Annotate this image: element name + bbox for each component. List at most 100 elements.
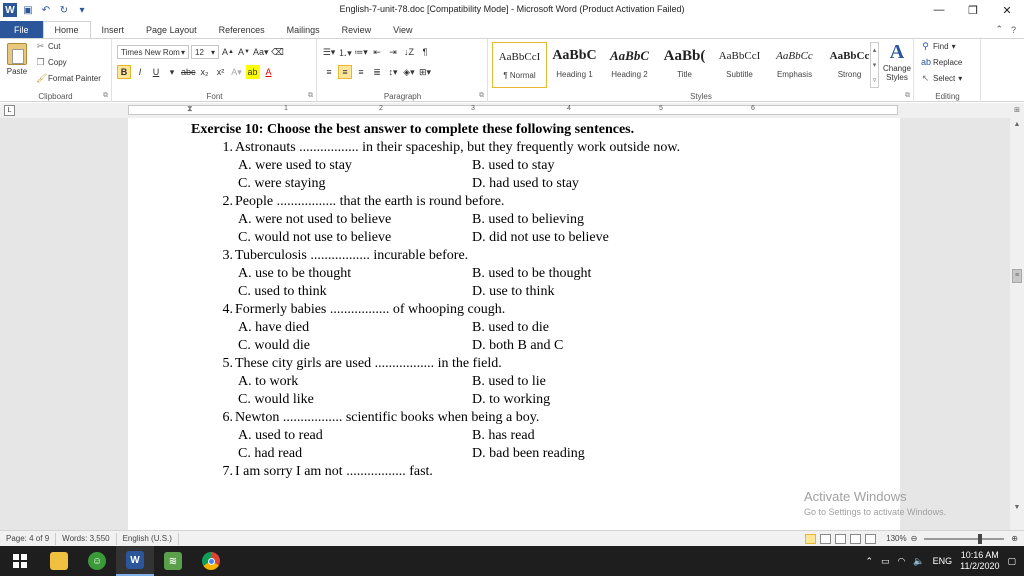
answer-option-b[interactable]: B. used to stay xyxy=(472,157,554,175)
redo-icon[interactable]: ↻ xyxy=(57,3,71,17)
undo-icon[interactable]: ↶ xyxy=(39,3,53,17)
style-emphasis[interactable]: AaBbCc Emphasis xyxy=(767,42,822,88)
dialog-launcher-icon[interactable]: ⧉ xyxy=(479,92,484,100)
show-hidden-icons-icon[interactable]: ⌃ xyxy=(865,556,873,567)
style-title[interactable]: AaBb( Title xyxy=(657,42,712,88)
dialog-launcher-icon[interactable]: ⧉ xyxy=(905,92,910,100)
tab-page-layout[interactable]: Page Layout xyxy=(135,21,208,38)
change-styles-button[interactable]: A Change Styles xyxy=(881,41,913,82)
paste-button[interactable]: Paste xyxy=(4,43,30,76)
clear-formatting-icon[interactable]: ⌫ xyxy=(271,45,285,59)
page-count[interactable]: Page: 4 of 9 xyxy=(0,532,57,545)
strikethrough-button[interactable]: abc xyxy=(181,65,196,79)
start-button[interactable] xyxy=(0,546,40,576)
bold-button[interactable]: B xyxy=(117,65,131,79)
vertical-scrollbar[interactable]: ⊞ ▲ ≡ ▼ xyxy=(1010,103,1024,530)
show-formatting-button[interactable]: ¶ xyxy=(418,45,432,59)
bullets-button[interactable]: ☰▾ xyxy=(322,45,336,59)
answer-option-a[interactable]: A. to work xyxy=(191,373,472,391)
font-name-select[interactable]: Times New Rom ▾ xyxy=(117,45,189,59)
style-normal[interactable]: AaBbCcI ¶ Normal xyxy=(492,42,547,88)
answer-option-a[interactable]: A. were used to stay xyxy=(191,157,472,175)
zoom-level[interactable]: 130% xyxy=(886,534,906,543)
cut-button[interactable]: ✂ Cut xyxy=(36,42,61,52)
replace-button[interactable]: ab Replace xyxy=(921,58,962,68)
highlight-button[interactable]: ab xyxy=(245,65,260,79)
ruler-toggle-icon[interactable]: ⊞ xyxy=(1010,103,1024,117)
answer-option-d[interactable]: D. bad been reading xyxy=(472,445,585,463)
find-button[interactable]: ⚲ Find ▾ xyxy=(921,42,955,52)
word-count[interactable]: Words: 3,550 xyxy=(56,532,117,545)
print-layout-view-icon[interactable] xyxy=(805,533,817,544)
full-screen-view-icon[interactable] xyxy=(820,533,832,544)
underline-dropdown-icon[interactable]: ▾ xyxy=(165,65,179,79)
wifi-icon[interactable]: ◠ xyxy=(898,556,906,567)
dialog-launcher-icon[interactable]: ⧉ xyxy=(103,92,108,100)
zoom-out-icon[interactable]: ⊖ xyxy=(911,534,918,543)
tab-view[interactable]: View xyxy=(382,21,423,38)
input-language[interactable]: ENG xyxy=(933,556,953,566)
tab-home[interactable]: Home xyxy=(42,21,91,38)
web-layout-view-icon[interactable] xyxy=(835,533,847,544)
tab-selector-icon[interactable]: L xyxy=(4,105,15,116)
taskbar-app-stack[interactable]: ≋ xyxy=(154,546,192,576)
multilevel-list-button[interactable]: ≔▾ xyxy=(354,45,368,59)
minimize-button[interactable]: — xyxy=(922,0,956,20)
save-icon[interactable]: ▣ xyxy=(21,3,35,17)
answer-option-c[interactable]: C. had read xyxy=(191,445,472,463)
answer-option-a[interactable]: A. use to be thought xyxy=(191,265,472,283)
restore-button[interactable]: ❐ xyxy=(956,0,990,20)
word-logo-icon[interactable]: W xyxy=(3,3,17,17)
close-button[interactable]: ✕ xyxy=(990,0,1024,20)
answer-option-b[interactable]: B. used to believing xyxy=(472,211,584,229)
answer-option-d[interactable]: D. did not use to believe xyxy=(472,229,609,247)
document-page[interactable]: Exercise 10: Choose the best answer to c… xyxy=(128,118,900,530)
change-case-button[interactable]: Aa▾ xyxy=(253,45,269,59)
answer-option-a[interactable]: A. used to read xyxy=(191,427,472,445)
zoom-slider[interactable] xyxy=(924,533,1005,544)
clock[interactable]: 10:16 AM 11/2/2020 xyxy=(960,550,999,572)
answer-option-a[interactable]: A. were not used to believe xyxy=(191,211,472,229)
copy-button[interactable]: ❐ Copy xyxy=(36,58,66,68)
answer-option-b[interactable]: B. used to die xyxy=(472,319,549,337)
language-indicator[interactable]: English (U.S.) xyxy=(117,532,179,545)
justify-button[interactable]: ≣ xyxy=(370,65,384,79)
zoom-in-icon[interactable]: ⊕ xyxy=(1011,534,1018,543)
answer-option-c[interactable]: C. would not use to believe xyxy=(191,229,472,247)
styles-scroll-icon[interactable]: ▴ ▾ ▿ xyxy=(870,42,879,88)
tab-mailings[interactable]: Mailings xyxy=(276,21,331,38)
style-heading-1[interactable]: AaBbC Heading 1 xyxy=(547,42,602,88)
answer-option-b[interactable]: B. used to lie xyxy=(472,373,546,391)
shrink-font-button[interactable]: A ▼ xyxy=(237,45,251,59)
scroll-down-icon[interactable]: ▼ xyxy=(1010,500,1024,514)
borders-button[interactable]: ⊞▾ xyxy=(418,65,432,79)
select-button[interactable]: ↖ Select ▾ xyxy=(921,74,963,84)
text-effects-button[interactable]: A▾ xyxy=(230,65,244,79)
format-painter-button[interactable]: 🖌 Format Painter xyxy=(36,74,101,84)
align-right-button[interactable]: ≡ xyxy=(354,65,368,79)
taskbar-chrome[interactable] xyxy=(192,546,230,576)
answer-option-d[interactable]: D. to working xyxy=(472,391,550,409)
taskbar-word[interactable]: W xyxy=(116,546,154,576)
numbering-button[interactable]: ⒈▾ xyxy=(338,45,352,59)
scroll-thumb[interactable]: ≡ xyxy=(1012,269,1022,283)
underline-button[interactable]: U xyxy=(149,65,163,79)
answer-option-a[interactable]: A. have died xyxy=(191,319,472,337)
answer-option-d[interactable]: D. had used to stay xyxy=(472,175,579,193)
answer-option-c[interactable]: C. used to think xyxy=(191,283,472,301)
answer-option-d[interactable]: D. both B and C xyxy=(472,337,563,355)
answer-option-c[interactable]: C. would die xyxy=(191,337,472,355)
superscript-button[interactable]: x² xyxy=(214,65,228,79)
increase-indent-button[interactable]: ⇥ xyxy=(386,45,400,59)
taskbar-file-explorer[interactable] xyxy=(40,546,78,576)
font-size-select[interactable]: 12 ▾ xyxy=(191,45,219,59)
style-strong[interactable]: AaBbCc Strong xyxy=(822,42,877,88)
dialog-launcher-icon[interactable]: ⧉ xyxy=(308,92,313,100)
answer-option-c[interactable]: C. would like xyxy=(191,391,472,409)
answer-option-c[interactable]: C. were staying xyxy=(191,175,472,193)
align-left-button[interactable]: ≡ xyxy=(322,65,336,79)
tab-references[interactable]: References xyxy=(208,21,276,38)
tab-insert[interactable]: Insert xyxy=(91,21,136,38)
align-center-button[interactable]: ≡ xyxy=(338,65,352,79)
tab-file[interactable]: File xyxy=(0,21,43,38)
